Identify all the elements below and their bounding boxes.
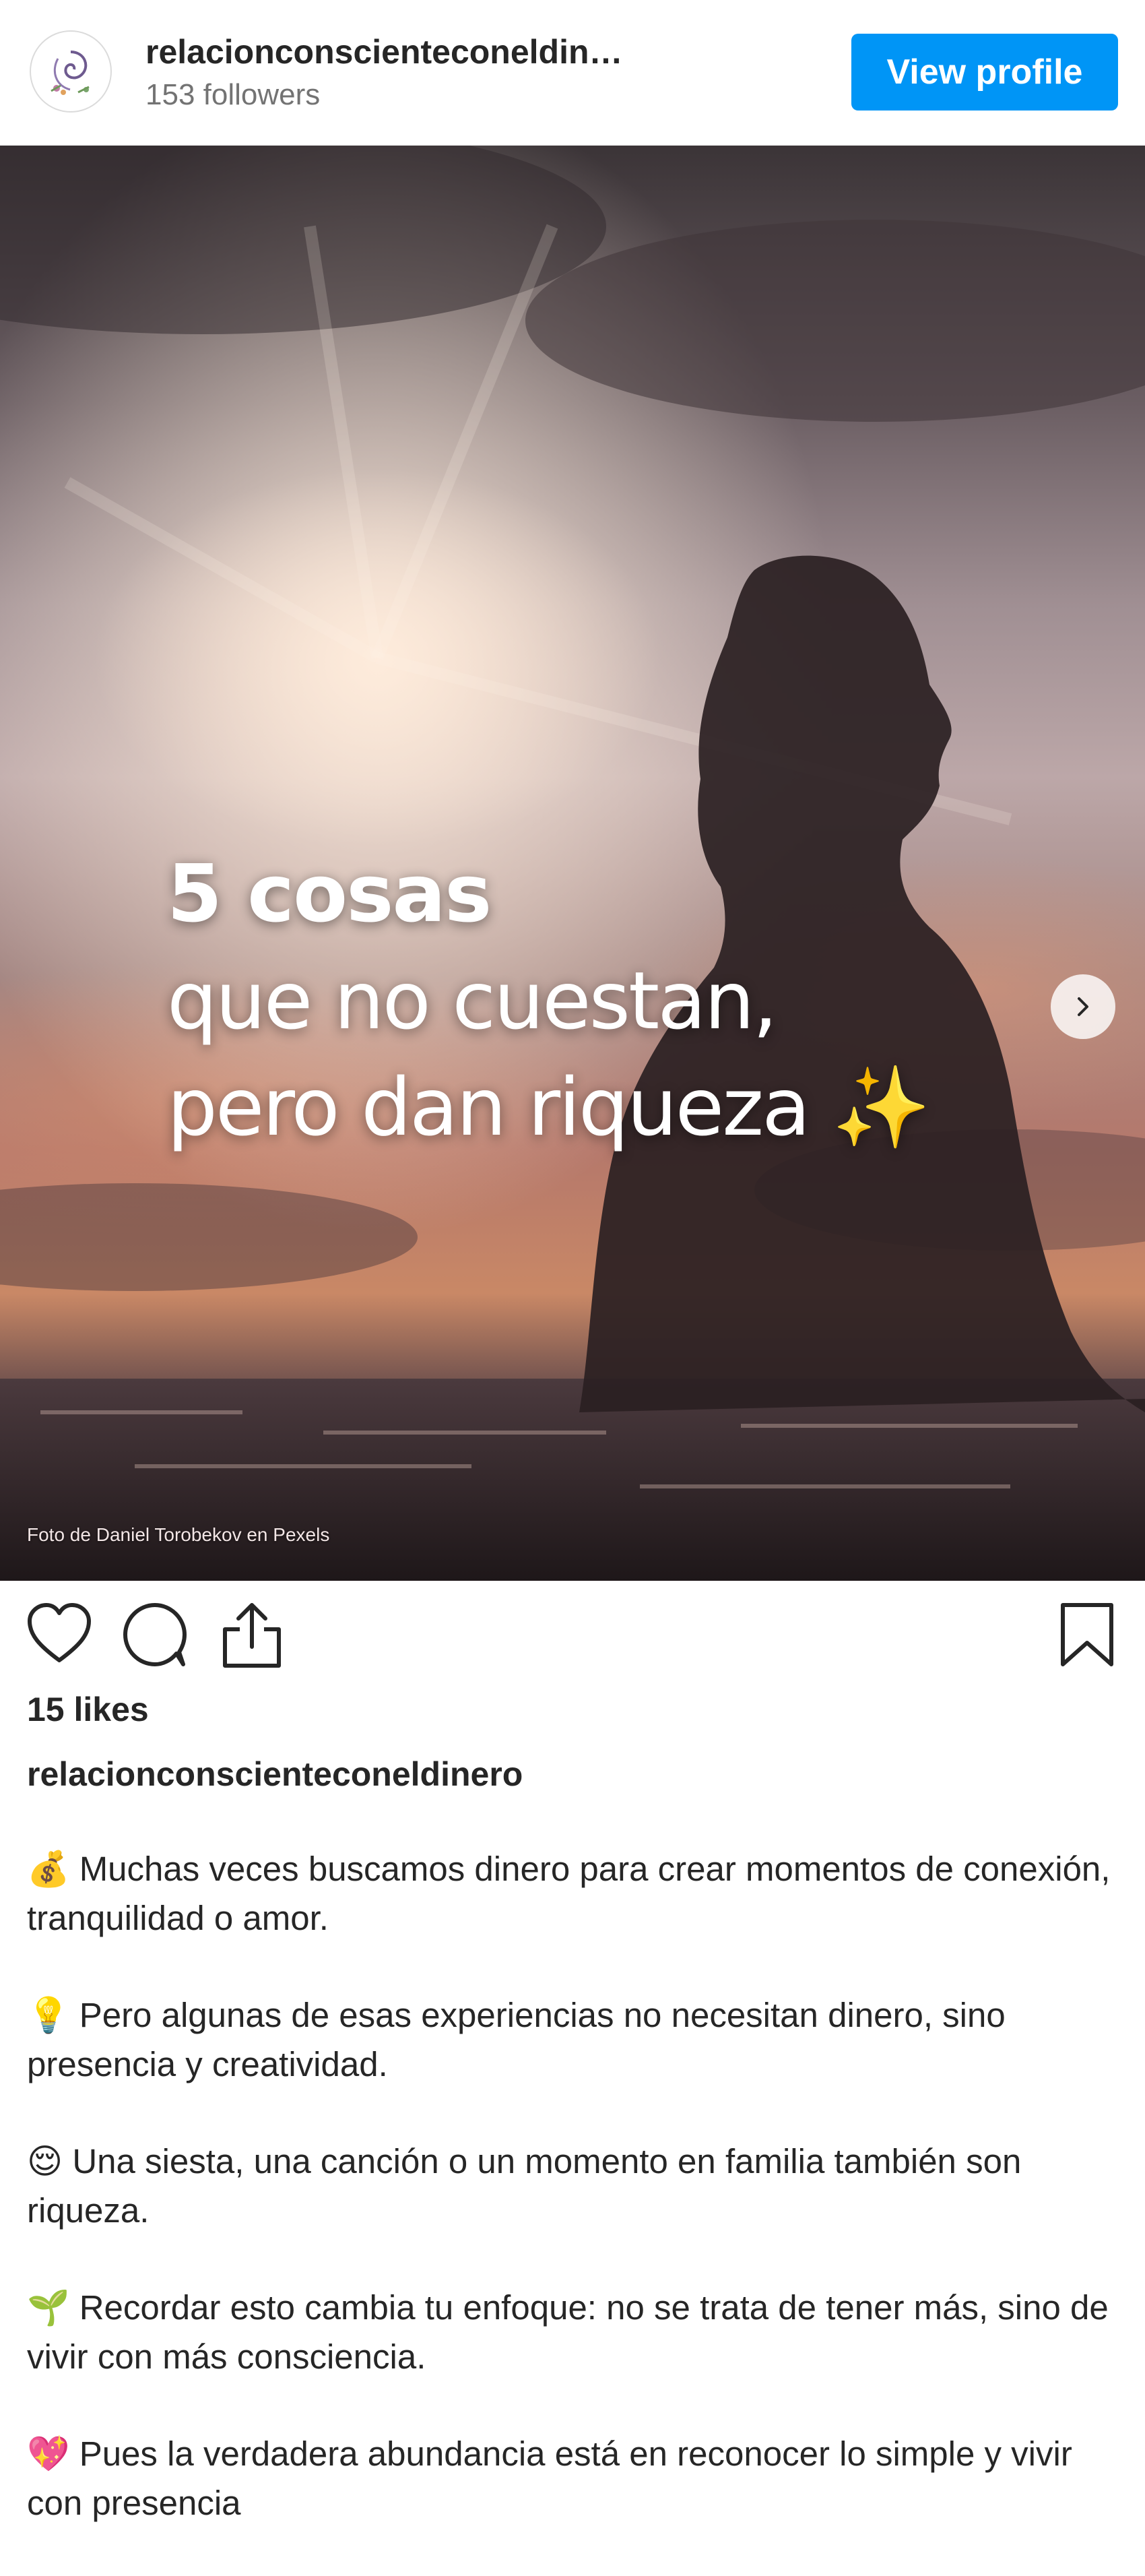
caption-paragraph: 💖 Pues la verdadera abundancia está en r… bbox=[27, 2430, 1118, 2527]
caption-text: Pues la verdadera abundancia está en rec… bbox=[27, 2434, 1072, 2522]
like-button[interactable] bbox=[26, 1601, 93, 1669]
headline-line-3: pero dan riqueza ✨ bbox=[167, 1054, 931, 1160]
media-headline: 5 cosas que no cuestan, pero dan riqueza… bbox=[167, 840, 931, 1160]
comment-icon bbox=[123, 1603, 187, 1666]
caption-paragraph: 😌 Una siesta, una canción o un momento e… bbox=[27, 2137, 1118, 2235]
caption-text: Recordar esto cambia tu enfoque: no se t… bbox=[27, 2288, 1109, 2376]
chevron-right-icon bbox=[1078, 997, 1088, 1016]
headline-line-2: que no cuestan, bbox=[167, 954, 778, 1047]
carousel-next-button[interactable] bbox=[1051, 974, 1115, 1039]
share-button[interactable] bbox=[220, 1600, 284, 1673]
caption-paragraph: 💰 Muchas veces buscamos dinero para crea… bbox=[27, 1845, 1118, 1943]
avatar-logo bbox=[33, 34, 108, 109]
caption-text: Muchas veces buscamos dinero para crear … bbox=[27, 1850, 1111, 1937]
post-header: relacionconscienteconeldin… 153 follower… bbox=[0, 0, 1145, 146]
avatar[interactable] bbox=[30, 30, 112, 113]
headline-line-3-text: pero dan riqueza bbox=[167, 1061, 810, 1154]
photo-credit: Foto de Daniel Torobekov en Pexels bbox=[27, 1524, 330, 1545]
bookmark-icon bbox=[1061, 1603, 1113, 1666]
money-bag-icon: 💰 bbox=[27, 1850, 70, 1889]
heart-icon bbox=[28, 1603, 91, 1662]
action-bar bbox=[0, 1581, 1145, 1682]
headline-line-1: 5 cosas bbox=[167, 847, 492, 940]
comment-button[interactable] bbox=[121, 1601, 189, 1672]
view-profile-button[interactable]: View profile bbox=[851, 34, 1118, 111]
share-icon bbox=[223, 1603, 281, 1668]
caption-paragraph: 💡 Pero algunas de esas experiencias no n… bbox=[27, 1991, 1118, 2089]
relieved-face-icon: 😌 bbox=[27, 2142, 63, 2182]
followers-count: 153 followers bbox=[145, 78, 321, 111]
caption-username[interactable]: relacionconscienteconeldinero bbox=[27, 1755, 523, 1794]
profile-username[interactable]: relacionconscienteconeldin… bbox=[145, 32, 657, 71]
save-button[interactable] bbox=[1059, 1601, 1115, 1672]
caption-paragraph: 🌱 Recordar esto cambia tu enfoque: no se… bbox=[27, 2284, 1118, 2381]
light-bulb-icon: 💡 bbox=[27, 1996, 70, 2036]
caption-text: Una siesta, una canción o un momento en … bbox=[27, 2142, 1022, 2230]
post-caption: 💰 Muchas veces buscamos dinero para crea… bbox=[27, 1845, 1118, 2576]
sparkling-heart-icon: 💖 bbox=[27, 2434, 70, 2474]
post-media[interactable]: 5 cosas que no cuestan, pero dan riqueza… bbox=[0, 146, 1145, 1581]
sparkles-icon: ✨ bbox=[831, 1061, 931, 1154]
caption-text: Pero algunas de esas experiencias no nec… bbox=[27, 1996, 1006, 2083]
likes-count[interactable]: 15 likes bbox=[27, 1690, 149, 1729]
seedling-icon: 🌱 bbox=[27, 2288, 70, 2328]
